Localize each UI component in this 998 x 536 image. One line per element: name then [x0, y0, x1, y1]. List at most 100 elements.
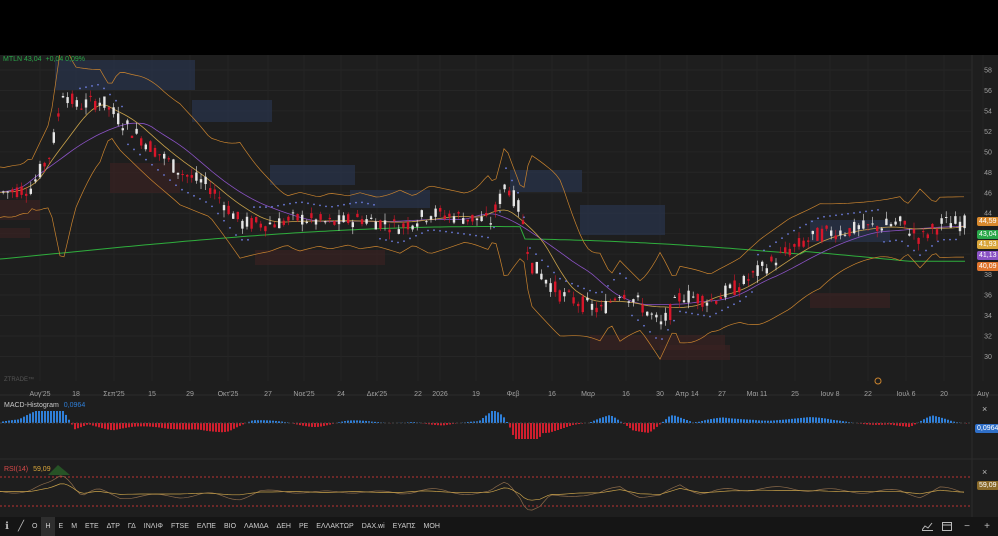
- candle-body: [825, 225, 828, 229]
- macd-bar: [503, 417, 505, 423]
- sar-dot: [463, 233, 465, 235]
- macd-bar: [629, 423, 631, 429]
- macd-bar: [641, 423, 643, 432]
- macd-bar: [32, 412, 34, 423]
- candle-body: [11, 189, 14, 193]
- sar-dot: [229, 226, 231, 229]
- macd-bar: [566, 423, 568, 427]
- candle-body: [747, 279, 750, 281]
- candle-body: [176, 172, 180, 175]
- symbol-shortcut-3[interactable]: ΙΝΛΙΦ: [140, 517, 167, 536]
- window-icon[interactable]: [940, 517, 954, 536]
- symbol-shortcut-6[interactable]: ΒΙΟ: [220, 517, 240, 536]
- macd-bar: [653, 423, 655, 430]
- sar-dot: [937, 240, 939, 243]
- sar-dot: [115, 99, 117, 102]
- timeframe-1[interactable]: Η: [41, 517, 55, 536]
- candle-body: [153, 147, 157, 157]
- symbol-shortcut-1[interactable]: ΔΤΡ: [103, 517, 124, 536]
- macd-bar: [698, 421, 700, 423]
- zoom-out-icon[interactable]: −: [960, 517, 974, 536]
- macd-bar: [902, 423, 904, 427]
- timeframe-0[interactable]: Ο: [28, 517, 41, 536]
- chart-app[interactable]: 585654525048464442403836343230Αυγ'2518Σε…: [0, 55, 998, 536]
- macd-bar: [554, 423, 556, 431]
- time-tick-label: Αυγ'25: [29, 391, 50, 398]
- sar-dot: [493, 226, 495, 229]
- candle-body: [940, 218, 943, 224]
- chart-settings-icon[interactable]: [920, 517, 934, 536]
- sar-dot: [835, 214, 837, 217]
- symbol-shortcut-12[interactable]: ΕΥΑΠΣ: [389, 517, 420, 536]
- macd-bar: [590, 422, 592, 423]
- macd-bar: [497, 412, 499, 423]
- macd-bar: [626, 423, 628, 426]
- candle-body: [462, 218, 465, 224]
- macd-bar: [830, 419, 832, 423]
- candle-body: [508, 190, 511, 196]
- sar-dot: [169, 179, 171, 182]
- candle-body: [103, 96, 106, 108]
- symbol-shortcut-10[interactable]: ΕΛΛΑΚΤΩΡ: [312, 517, 357, 536]
- candle-body: [443, 215, 446, 220]
- macd-bar: [656, 423, 658, 427]
- time-tick-label: 18: [72, 391, 80, 398]
- candle-body: [66, 97, 69, 104]
- candle-body: [149, 141, 152, 152]
- timeframe-3[interactable]: Μ: [67, 517, 81, 536]
- timeframe-2[interactable]: Ε: [55, 517, 68, 536]
- sar-dot: [313, 203, 315, 206]
- candle-body: [61, 96, 65, 98]
- sar-dot: [709, 315, 711, 318]
- symbol-shortcut-8[interactable]: ΔΕΗ: [273, 517, 295, 536]
- price-chart[interactable]: 585654525048464442403836343230Αυγ'2518Σε…: [0, 55, 998, 517]
- candle-body: [567, 290, 571, 292]
- rsi-close-button[interactable]: ×: [982, 467, 987, 477]
- symbol-shortcut-11[interactable]: DAX.wi: [358, 517, 389, 536]
- symbol-shortcut-4[interactable]: FTSE: [167, 517, 193, 536]
- sar-dot: [841, 213, 843, 216]
- sar-dot: [853, 212, 855, 214]
- candle-body: [871, 223, 874, 225]
- symbol-shortcut-2[interactable]: ΓΔ: [124, 517, 140, 536]
- candle-body: [6, 191, 9, 193]
- symbol-shortcut-5[interactable]: ΕΛΠΕ: [193, 517, 220, 536]
- price-tick-label: 38: [984, 272, 992, 279]
- symbol-shortcut-7[interactable]: ΛΑΜΔΑ: [240, 517, 273, 536]
- candle-body: [374, 221, 377, 230]
- symbol-shortcut-9[interactable]: ΡΕ: [295, 517, 312, 536]
- sar-dot: [253, 206, 255, 208]
- sar-dot: [247, 238, 249, 241]
- candle-body: [774, 262, 778, 266]
- macd-bar: [515, 423, 517, 439]
- candle-body: [793, 244, 796, 247]
- sar-dot: [391, 240, 393, 243]
- candle-body: [273, 224, 276, 228]
- candle-body: [600, 304, 603, 307]
- price-axis-label: 43,04: [977, 230, 998, 239]
- macd-bar: [500, 414, 502, 423]
- candle-body: [912, 229, 916, 234]
- sar-dot: [271, 205, 273, 208]
- sar-dot: [877, 208, 879, 211]
- candle-body: [71, 93, 74, 104]
- zone-box: [350, 190, 430, 208]
- sar-dot: [901, 240, 903, 243]
- macd-bar: [215, 423, 217, 432]
- macd-bar: [713, 418, 715, 423]
- pencil-icon[interactable]: ╱: [14, 517, 28, 536]
- info-icon[interactable]: ℹ: [0, 517, 14, 536]
- macd-bar: [59, 411, 61, 423]
- macd-bar: [95, 423, 97, 427]
- symbol-shortcut-13[interactable]: ΜΟΗ: [420, 517, 444, 536]
- sar-dot: [649, 330, 651, 333]
- sar-dot: [187, 191, 189, 194]
- time-tick-label: 22: [414, 391, 422, 398]
- macd-bar: [149, 423, 151, 427]
- symbol-shortcut-0[interactable]: ΕΤΕ: [81, 517, 103, 536]
- sar-dot: [235, 234, 237, 236]
- price-tick-label: 54: [984, 108, 992, 115]
- zoom-in-icon[interactable]: +: [980, 517, 994, 536]
- sar-dot: [223, 219, 225, 222]
- macd-close-button[interactable]: ×: [982, 404, 987, 414]
